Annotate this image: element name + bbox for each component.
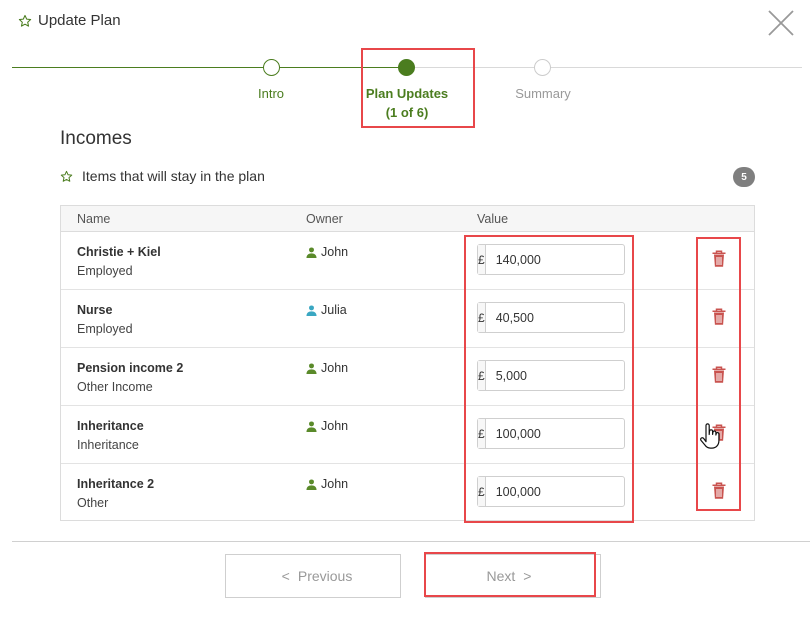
previous-button[interactable]: < Previous [225, 554, 401, 598]
subsection-title: Items that will stay in the plan [82, 168, 265, 184]
income-name: Pension income 2 [77, 361, 184, 375]
chevron-left-icon: < [281, 568, 290, 584]
section-title: Incomes [60, 128, 132, 149]
owner-name: John [321, 419, 349, 433]
income-owner: John [306, 361, 348, 375]
footer-divider [12, 541, 810, 542]
person-icon [306, 246, 317, 258]
income-type: Employed [77, 264, 133, 278]
dialog-title: Update Plan [38, 12, 121, 29]
owner-name: Julia [321, 303, 347, 317]
incomes-table: Name Owner Value Christie + Kiel Employe… [60, 205, 755, 521]
income-name: Nurse [77, 303, 113, 317]
dialog-header: Update Plan [18, 12, 121, 29]
person-icon [306, 362, 317, 374]
table-row: Nurse Employed Julia £ [61, 290, 754, 348]
previous-button-label: Previous [297, 568, 353, 584]
close-icon[interactable] [766, 8, 796, 38]
person-icon [306, 478, 317, 490]
owner-name: John [321, 245, 349, 259]
income-name: Inheritance 2 [77, 477, 155, 491]
column-header-name: Name [77, 212, 111, 226]
highlight-box-delete [696, 237, 741, 511]
star-icon [18, 14, 32, 27]
income-type: Other Income [77, 380, 153, 394]
column-header-owner: Owner [306, 212, 343, 226]
income-name: Inheritance [77, 419, 144, 433]
income-owner: John [306, 477, 348, 491]
subsection-header: Items that will stay in the plan [60, 168, 265, 184]
income-type: Employed [77, 322, 133, 336]
highlight-box-values [464, 235, 634, 523]
column-header-value: Value [477, 212, 509, 226]
star-icon[interactable] [60, 170, 73, 183]
hand-cursor-icon [700, 423, 720, 449]
income-owner: Julia [306, 303, 347, 317]
highlight-box-next [424, 552, 596, 597]
table-row: Inheritance Inheritance John £ [61, 406, 754, 464]
step-summary-dot[interactable] [534, 59, 551, 76]
table-row: Christie + Kiel Employed John £ [61, 232, 754, 290]
person-icon [306, 304, 317, 316]
owner-name: John [321, 361, 349, 375]
table-header: Name Owner Value [61, 206, 754, 232]
step-intro-dot[interactable] [263, 59, 280, 76]
income-owner: John [306, 245, 348, 259]
highlight-box-step [361, 48, 475, 128]
income-name: Christie + Kiel [77, 245, 161, 259]
person-icon [306, 420, 317, 432]
income-type: Inheritance [77, 438, 139, 452]
step-summary-label[interactable]: Summary [483, 84, 603, 103]
stepper-track-progress [12, 67, 407, 68]
income-owner: John [306, 419, 348, 433]
table-row: Inheritance 2 Other John £ [61, 464, 754, 522]
owner-name: John [321, 477, 349, 491]
income-type: Other [77, 496, 109, 510]
step-intro-label[interactable]: Intro [211, 84, 331, 103]
table-row: Pension income 2 Other Income John £ [61, 348, 754, 406]
count-badge: 5 [733, 167, 755, 187]
